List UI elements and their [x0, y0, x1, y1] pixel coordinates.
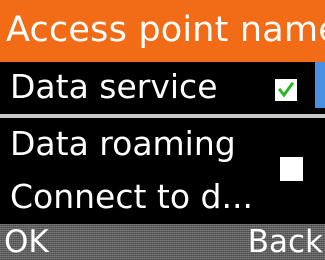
option-data-roaming[interactable]: Data roaming Connect to d...	[0, 118, 325, 224]
option-data-service[interactable]: Data service	[0, 62, 325, 114]
header-bar: Access point name	[0, 0, 325, 62]
data-roaming-label: Data roaming	[10, 124, 236, 163]
ok-softkey[interactable]: OK	[4, 222, 49, 260]
back-softkey[interactable]: Back	[248, 222, 323, 260]
checkbox-unchecked-icon[interactable]	[280, 157, 303, 181]
checkbox-checked-icon[interactable]	[275, 79, 297, 101]
check-mark-icon	[277, 81, 295, 98]
softkey-bar: OK Back	[0, 224, 325, 260]
data-roaming-description: Connect to d...	[10, 177, 253, 216]
scrollbar[interactable]	[315, 62, 325, 108]
settings-screen: Access point name Data service Data roam…	[0, 0, 325, 260]
data-service-label: Data service	[10, 67, 218, 106]
page-title: Access point name	[6, 10, 325, 50]
